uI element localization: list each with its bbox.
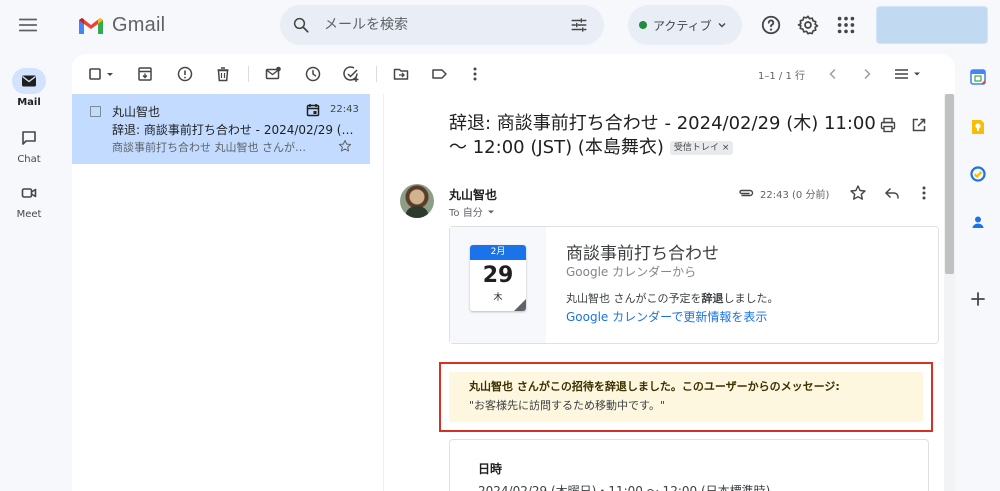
scrollbar-track[interactable] bbox=[944, 94, 955, 491]
row-subject: 辞退: 商談事前打ち合わせ - 2024/02/29 (木) 11:00 〜 1… bbox=[112, 123, 360, 137]
event-source: Google カレンダーから bbox=[566, 265, 697, 279]
meet-icon bbox=[12, 180, 46, 206]
chevron-right-icon[interactable] bbox=[858, 65, 876, 83]
event-response-text: 丸山智也 さんがこの予定を辞退しました。 bbox=[566, 290, 779, 306]
scrollbar-thumb[interactable] bbox=[945, 94, 954, 274]
response-suffix: しました。 bbox=[723, 292, 779, 305]
chat-icon bbox=[12, 125, 46, 151]
search-bar[interactable] bbox=[280, 5, 604, 45]
snooze-icon[interactable] bbox=[304, 65, 322, 83]
account-area[interactable] bbox=[876, 6, 988, 44]
search-icon[interactable] bbox=[292, 16, 310, 34]
tasks-app-icon[interactable] bbox=[969, 165, 987, 183]
apps-grid-icon[interactable] bbox=[835, 14, 857, 36]
more-vert-icon[interactable] bbox=[915, 184, 933, 202]
mail-icon bbox=[12, 68, 46, 94]
keep-app-icon[interactable] bbox=[969, 118, 987, 136]
rail-label: Chat bbox=[17, 154, 41, 165]
pagination-text: 1–1 / 1 行 bbox=[758, 71, 805, 82]
toolbar-divider bbox=[376, 66, 377, 82]
contacts-app-icon[interactable] bbox=[969, 213, 987, 231]
calendar-tile-area: 2月 29 木 bbox=[450, 227, 546, 343]
message-subject: 辞退: 商談事前打ち合わせ - 2024/02/29 (木) 11:00 〜 1… bbox=[449, 112, 879, 160]
attachment-icon bbox=[739, 189, 754, 197]
sender-name[interactable]: 丸山智也 bbox=[449, 186, 497, 203]
recipient-text: To 自分 bbox=[449, 208, 483, 219]
rail-item-meet[interactable]: Meet bbox=[0, 180, 58, 220]
calendar-day: 29 bbox=[482, 263, 514, 288]
toolbar-divider bbox=[248, 66, 249, 82]
message-time: 22:43 (0 分前) bbox=[760, 190, 830, 201]
calendar-event-icon bbox=[306, 104, 320, 117]
rail-item-chat[interactable]: Chat bbox=[0, 125, 58, 165]
top-bar: Gmail アクティブ bbox=[0, 0, 1000, 50]
search-options-icon[interactable] bbox=[570, 16, 588, 34]
calendar-date-tile: 2月 29 木 bbox=[470, 245, 526, 311]
status-selector[interactable]: アクティブ bbox=[628, 5, 742, 45]
add-addon-plus-icon[interactable] bbox=[969, 290, 987, 308]
view-in-calendar-link[interactable]: Google カレンダーで更新情報を表示 bbox=[566, 308, 767, 325]
gmail-logo[interactable]: Gmail bbox=[78, 14, 165, 37]
mark-unread-icon[interactable] bbox=[264, 65, 282, 83]
toolbar: 1–1 / 1 行 bbox=[72, 54, 955, 94]
rail-label: Mail bbox=[17, 97, 41, 108]
more-vert-icon[interactable] bbox=[466, 65, 484, 83]
open-new-window-icon[interactable] bbox=[910, 116, 928, 134]
date-label: 日時 bbox=[478, 462, 503, 476]
row-sender: 丸山智也 bbox=[112, 105, 161, 119]
recipient-line[interactable]: To 自分 bbox=[449, 204, 496, 219]
highlight-box: 丸山智也 さんがこの招待を辞退しました。このユーザーからのメッセージ: "お客様… bbox=[439, 362, 933, 432]
subject-text: 辞退: 商談事前打ち合わせ - 2024/02/29 (木) 11:00 〜 1… bbox=[449, 113, 876, 158]
app-name: Gmail bbox=[112, 14, 166, 36]
chevron-down-icon bbox=[487, 210, 494, 213]
decline-note-message: "お客様先に訪問するため移動中です。" bbox=[469, 399, 666, 412]
chevron-down-icon bbox=[718, 23, 726, 28]
settings-gear-icon[interactable] bbox=[797, 14, 819, 36]
move-to-icon[interactable] bbox=[392, 65, 410, 83]
split-pane-toggle-icon[interactable] bbox=[892, 65, 926, 83]
status-dot bbox=[639, 21, 647, 29]
delete-icon[interactable] bbox=[214, 65, 232, 83]
star-icon[interactable] bbox=[338, 139, 352, 153]
calendar-invite-card: 2月 29 木 商談事前打ち合わせ Google カレンダーから 丸山智也 さん… bbox=[449, 226, 939, 344]
archive-icon[interactable] bbox=[136, 65, 154, 83]
print-icon[interactable] bbox=[879, 116, 897, 134]
response-prefix: 丸山智也 さんがこの予定を bbox=[566, 292, 702, 305]
main-panel: 1–1 / 1 行 丸山智也 22:43 辞退: 商談事前打ち合わせ - 202… bbox=[72, 54, 955, 491]
decline-note: 丸山智也 さんがこの招待を辞退しました。このユーザーからのメッセージ: "お客様… bbox=[449, 372, 923, 422]
row-time: 22:43 bbox=[330, 104, 359, 115]
avatar[interactable] bbox=[400, 184, 434, 218]
main-menu-icon[interactable] bbox=[17, 14, 39, 36]
row-checkbox[interactable] bbox=[90, 106, 101, 117]
status-label: アクティブ bbox=[653, 18, 712, 33]
date-value: 2024/02/29 (木曜日)・11:00 〜 12:00 (日本標準時) bbox=[478, 484, 771, 491]
calendar-month: 2月 bbox=[470, 245, 526, 260]
calendar-app-icon[interactable] bbox=[969, 68, 987, 86]
reading-pane: 辞退: 商談事前打ち合わせ - 2024/02/29 (木) 11:00 〜 1… bbox=[385, 94, 955, 491]
label-icon[interactable] bbox=[430, 65, 448, 83]
row-snippet: 商談事前打ち合わせ 丸山智也 さんが… bbox=[112, 141, 306, 154]
decline-note-heading: 丸山智也 さんがこの招待を辞退しました。このユーザーからのメッセージ: bbox=[469, 380, 840, 393]
report-spam-icon[interactable] bbox=[176, 65, 194, 83]
response-strong: 辞退 bbox=[701, 292, 724, 305]
rail-label: Meet bbox=[16, 209, 42, 220]
side-panel bbox=[955, 50, 1000, 491]
label-text: 受信トレイ bbox=[673, 143, 719, 153]
search-input[interactable] bbox=[324, 14, 544, 36]
calendar-page-fold bbox=[514, 299, 526, 311]
event-details-card: 日時 2024/02/29 (木曜日)・11:00 〜 12:00 (日本標準時… bbox=[449, 439, 929, 491]
message-list: 丸山智也 22:43 辞退: 商談事前打ち合わせ - 2024/02/29 (木… bbox=[72, 94, 384, 491]
reply-icon[interactable] bbox=[883, 184, 901, 202]
chevron-left-icon[interactable] bbox=[824, 65, 842, 83]
help-icon[interactable] bbox=[760, 14, 782, 36]
remove-label-icon[interactable]: × bbox=[722, 143, 730, 153]
list-item[interactable]: 丸山智也 22:43 辞退: 商談事前打ち合わせ - 2024/02/29 (木… bbox=[72, 94, 370, 164]
star-icon[interactable] bbox=[849, 184, 867, 202]
select-dropdown-icon[interactable] bbox=[104, 65, 116, 83]
inbox-label-chip[interactable]: 受信トレイ × bbox=[669, 141, 734, 155]
add-task-icon[interactable] bbox=[342, 65, 360, 83]
gmail-m-icon bbox=[79, 17, 103, 34]
event-title: 商談事前打ち合わせ bbox=[566, 244, 719, 264]
rail-item-mail[interactable]: Mail bbox=[0, 68, 58, 108]
